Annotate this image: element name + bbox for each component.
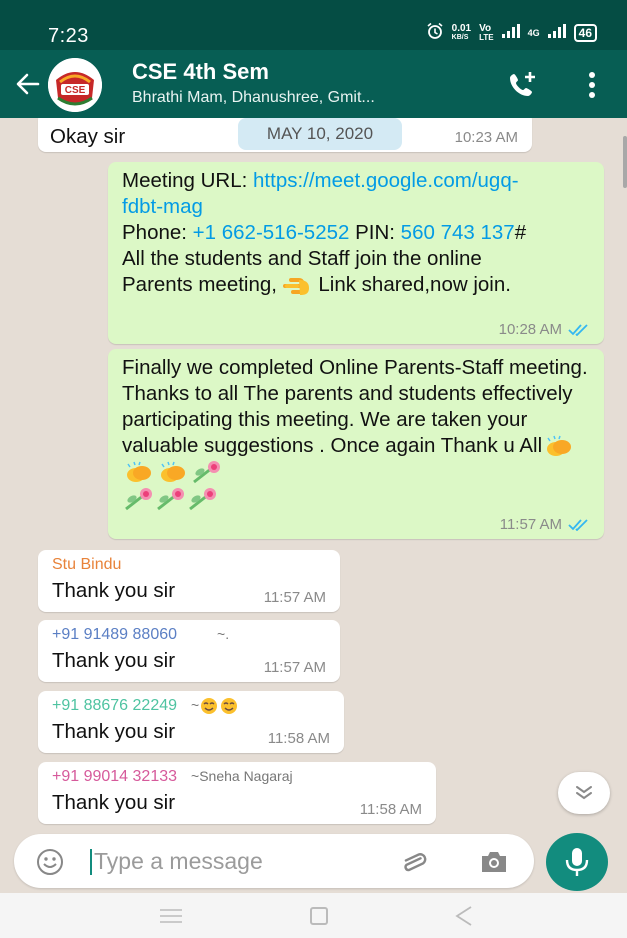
message-time: 11:57 AM: [499, 516, 562, 533]
chevron-down-icon: [576, 786, 592, 800]
double-tick-icon: [568, 518, 588, 531]
status-bar: 7:23 0.01 KB/S Vo LTE 4G 46: [0, 0, 627, 50]
group-title[interactable]: CSE 4th Sem: [132, 59, 269, 85]
message-time: 11:58 AM: [267, 730, 330, 747]
net-speed-value: 0.01: [451, 22, 472, 34]
clapping-hands-icon: [127, 461, 151, 483]
system-nav-bar: [0, 893, 627, 938]
smiley-icon[interactable]: [36, 848, 64, 876]
message-time: 11:58 AM: [359, 801, 422, 818]
smile-emoji-icon: [221, 698, 238, 715]
phone-label: Phone:: [122, 221, 193, 244]
nav-home-icon[interactable]: [310, 907, 328, 925]
group-participants[interactable]: Bhrathi Mam, Dhanushree, Gmit...: [132, 89, 375, 107]
message-sender[interactable]: +91 91489 88060 ~.: [52, 626, 326, 644]
message-text-body: Finally we completed Online Parents-Staf…: [122, 356, 588, 457]
message-meta: 11:58 AM: [360, 801, 422, 818]
volte-bottom: LTE: [479, 32, 494, 42]
group-avatar[interactable]: CSE: [48, 58, 102, 112]
pin-label: PIN:: [349, 221, 401, 244]
net-speed: 0.01 KB/S: [451, 22, 472, 42]
message-meta: 11:57 AM: [264, 589, 326, 606]
sender-name: +91 88676 22249: [52, 697, 178, 714]
message-meta: 11:57 AM: [500, 516, 590, 533]
battery-indicator: 46: [573, 23, 597, 42]
sender-alias: ~Sneha Nagaraj: [191, 768, 293, 784]
message-bubble[interactable]: Meeting URL: https://meet.google.com/ugq…: [108, 162, 604, 344]
volte-top: Vo: [479, 22, 492, 34]
double-tick-icon: [568, 323, 588, 336]
meeting-label: Meeting URL:: [122, 169, 254, 192]
mic-icon: [565, 848, 589, 876]
signal-2-icon: [547, 24, 566, 41]
avatar-text: CSE: [65, 85, 86, 96]
chat-area[interactable]: Okay sir 10:23 AM MAY 10, 2020 Meeting U…: [0, 118, 627, 833]
message-meta: 10:23 AM: [455, 129, 518, 146]
nav-menu-icon[interactable]: [160, 909, 182, 923]
volte-indicator: Vo LTE: [479, 22, 494, 42]
message-bubble[interactable]: +91 99014 32133 ~Sneha Nagaraj Thank you …: [38, 762, 436, 824]
message-sender[interactable]: +91 88676 22249 ~: [52, 697, 330, 715]
meeting-body-2: Link shared,now join.: [312, 273, 511, 296]
message-meta: 10:28 AM: [499, 321, 590, 338]
nav-back-icon[interactable]: [455, 905, 473, 927]
net-speed-unit: KB/S: [451, 33, 469, 41]
signal-1-icon: [501, 24, 520, 41]
add-call-icon[interactable]: [508, 70, 538, 100]
message-bubble[interactable]: Stu Bindu Thank you sir 11:57 AM: [38, 550, 340, 612]
sender-name: Stu Bindu: [52, 556, 122, 573]
smile-emoji-icon: [201, 698, 218, 715]
status-icons: 0.01 KB/S Vo LTE 4G 46: [426, 22, 597, 43]
date-chip: MAY 10, 2020: [238, 118, 402, 150]
message-time: 10:28 AM: [498, 321, 562, 338]
message-sender[interactable]: +91 99014 32133 ~Sneha Nagaraj: [52, 768, 422, 786]
back-arrow-icon[interactable]: [14, 70, 42, 98]
flower-icon: [125, 487, 152, 510]
signal-label: 4G: [527, 27, 540, 38]
chat-scrollbar[interactable]: [623, 136, 627, 188]
flower-icon: [193, 461, 220, 484]
message-meta: 11:58 AM: [268, 730, 330, 747]
chat-header: CSE CSE 4th Sem Bhrathi Mam, Dhanushree,…: [0, 50, 627, 118]
message-meta: 11:57 AM: [264, 659, 326, 676]
scroll-to-bottom-button[interactable]: [558, 772, 610, 814]
flower-icon: [157, 487, 184, 510]
camera-icon[interactable]: [479, 849, 509, 875]
flower-icon: [189, 487, 216, 510]
message-text: Finally we completed Online Parents-Staf…: [122, 355, 592, 513]
message-bubble[interactable]: +91 91489 88060 ~. Thank you sir 11:57 AM: [38, 620, 340, 682]
message-sender[interactable]: Stu Bindu: [52, 556, 326, 574]
clapping-hands-icon: [161, 461, 185, 483]
pin-link[interactable]: 560 743 137: [401, 221, 515, 244]
message-composer: [14, 834, 534, 888]
status-time: 7:23: [48, 25, 89, 47]
sender-alias: ~.: [217, 626, 230, 642]
more-vert-icon[interactable]: [585, 70, 599, 100]
message-time: 11:57 AM: [263, 589, 326, 606]
pin-suffix: #: [514, 221, 527, 244]
paperclip-icon[interactable]: [401, 848, 431, 876]
mic-button[interactable]: [546, 833, 608, 891]
message-time: 10:23 AM: [454, 129, 518, 146]
clapping-hands-icon: [547, 435, 572, 456]
phone-link[interactable]: +1 662-516-5252: [193, 221, 350, 244]
sender-name: +91 91489 88060: [52, 626, 178, 643]
sender-name: +91 99014 32133: [52, 768, 178, 785]
alarm-icon: [426, 22, 444, 43]
pointing-hand-icon: [282, 277, 309, 295]
message-text: Meeting URL: https://meet.google.com/ugq…: [122, 168, 552, 298]
message-bubble[interactable]: +91 88676 22249 ~ Thank you sir 11:58 AM: [38, 691, 344, 753]
message-bubble[interactable]: Finally we completed Online Parents-Staf…: [108, 349, 604, 539]
text-cursor: [90, 849, 92, 875]
message-input[interactable]: [94, 844, 394, 878]
sender-alias-text: ~: [191, 697, 200, 713]
sender-alias: ~: [191, 697, 239, 715]
message-time: 11:57 AM: [263, 659, 326, 676]
